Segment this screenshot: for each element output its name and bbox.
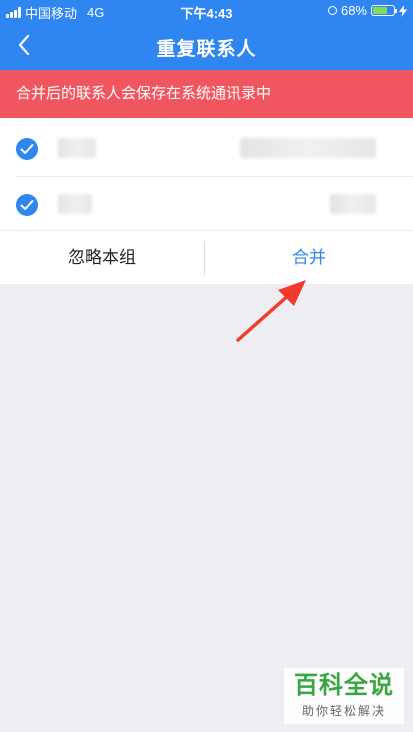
checkmark-icon [20,200,34,210]
contact-row[interactable] [0,120,413,177]
annotation-arrow-icon [236,280,306,342]
checkmark-icon [20,144,34,154]
status-bar: 中国移动 4G 下午4:43 68% [0,0,413,21]
watermark-subtitle: 助你轻松解决 [301,704,386,718]
ignore-group-button[interactable]: 忽略本组 [0,231,204,285]
battery-percent: 68% [340,3,367,18]
contact-name-blurred [58,138,96,158]
duplicate-group-card: 忽略本组 合并 [0,118,413,284]
orientation-lock-icon [327,6,337,15]
battery-fill [373,7,387,14]
battery-icon [371,5,397,16]
charging-icon [399,4,407,17]
check-circle-icon[interactable] [16,194,38,216]
watermark-logo: 百科全说 助你轻松解决 [284,668,404,724]
group-actions: 忽略本组 合并 [0,230,413,284]
check-circle-icon[interactable] [16,138,38,160]
contact-row[interactable] [0,176,413,232]
nav-bar: 重复联系人 [0,20,413,70]
watermark-title: 百科全说 [294,672,394,699]
contact-detail-blurred [330,194,376,214]
status-right: 68% [327,3,407,18]
contact-name-blurred [58,194,92,214]
info-banner: 合并后的联系人会保存在系统通讯录中 [0,70,413,118]
page-title: 重复联系人 [156,39,257,60]
contact-detail-blurred [240,138,376,158]
